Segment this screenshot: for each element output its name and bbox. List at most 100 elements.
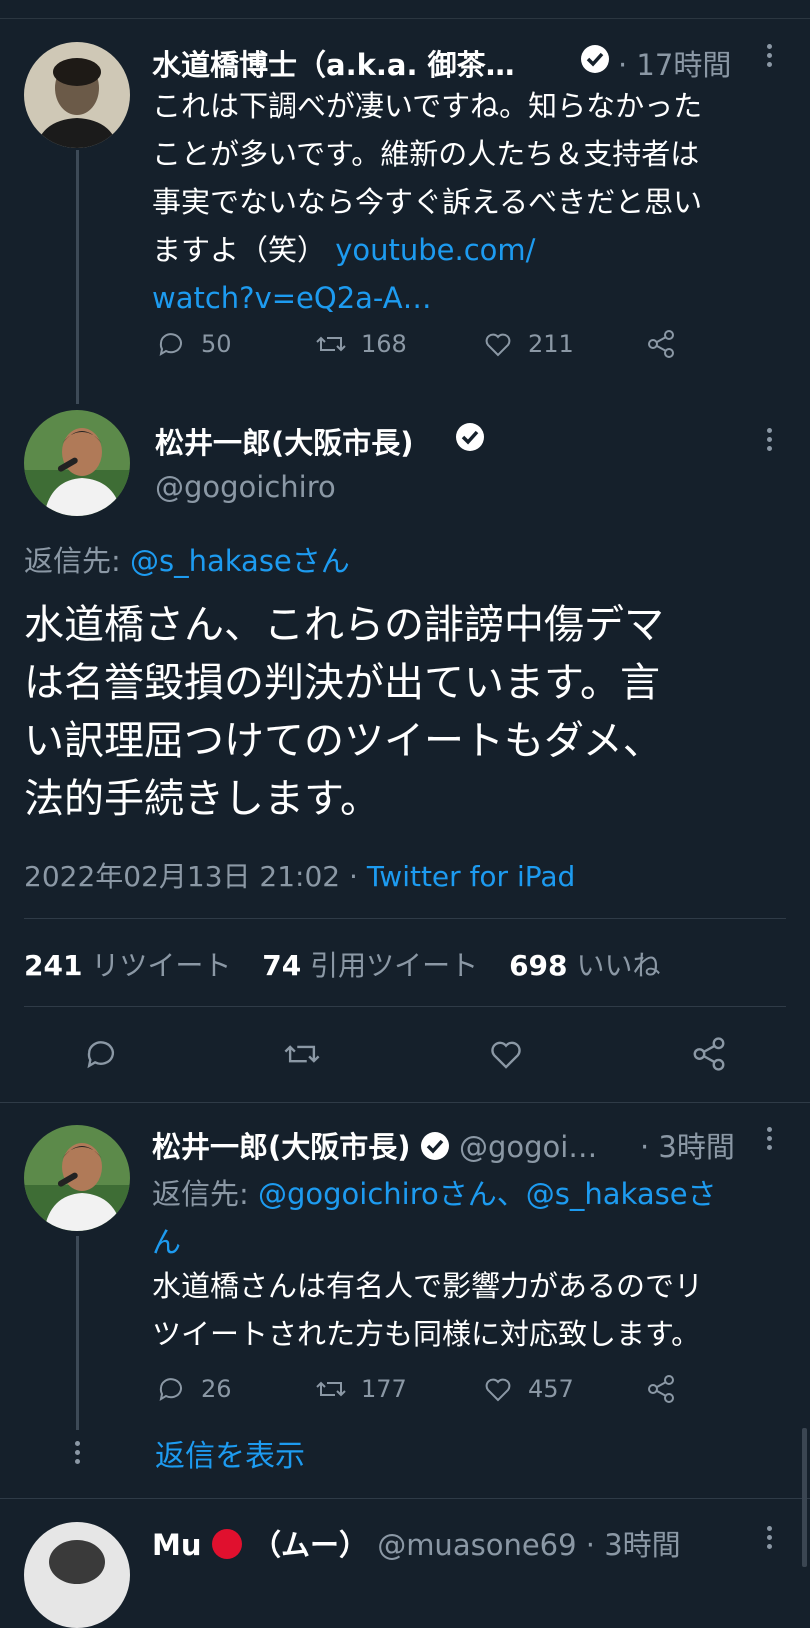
thread-line xyxy=(76,150,79,404)
reply-button[interactable] xyxy=(82,1035,120,1073)
quotes-stat[interactable]: 74 引用ツイート xyxy=(262,949,478,982)
tweet-time[interactable]: · 3時間 xyxy=(640,1124,735,1166)
reply-to-label: 返信先: xyxy=(24,544,121,578)
tweet-text-segment: ますよ（笑） xyxy=(152,233,327,267)
more-options-icon[interactable] xyxy=(767,1127,773,1154)
retweet-icon xyxy=(316,336,346,352)
likes-count: 698 xyxy=(509,949,568,982)
tweet-time[interactable]: · 17時間 xyxy=(618,42,731,84)
avatar-matsui[interactable] xyxy=(24,1125,130,1231)
avatar-matsui[interactable] xyxy=(24,410,130,516)
reply-icon xyxy=(87,1041,115,1069)
retweet-count: 168 xyxy=(361,330,407,358)
thread-line xyxy=(76,1236,79,1430)
tweet-time[interactable]: · 3時間 xyxy=(586,1528,681,1562)
reply-to-users-link-cont[interactable]: ん xyxy=(152,1218,717,1266)
avatar-hakase[interactable] xyxy=(24,42,130,148)
author-handle[interactable]: @gogoi… xyxy=(459,1130,597,1164)
tweet-text-line: ことが多いです。維新の人たち＆支持者は xyxy=(152,137,700,171)
show-replies-link[interactable]: 返信を表示 xyxy=(155,1431,305,1475)
tweet-source-link[interactable]: Twitter for iPad xyxy=(367,860,575,893)
retweet-count: 177 xyxy=(361,1375,407,1403)
heart-icon xyxy=(485,333,511,357)
reply-to-user-link[interactable]: @s_hakaseさん xyxy=(130,544,350,578)
divider xyxy=(0,1102,810,1103)
author-handle[interactable]: @muasone69 xyxy=(377,1528,576,1562)
reply-to-users-link[interactable]: @gogoichiroさん、@s_hakaseさ xyxy=(258,1177,717,1211)
tweet-text: これは下調べが凄いですね。知らなかった ことが多いです。維新の人たち＆支持者は … xyxy=(152,82,792,322)
scrollbar[interactable] xyxy=(802,1428,807,1567)
red-circle-icon xyxy=(211,1528,243,1567)
reply-header: 松井一郎(大阪市長) @gogoi… xyxy=(152,1124,597,1168)
verified-badge-icon xyxy=(420,1131,450,1168)
author-name-suffix[interactable]: （ムー） xyxy=(252,1528,368,1562)
engagement-stats: 241 リツイート 74 引用ツイート 698 いいね xyxy=(24,944,660,984)
retweets-stat[interactable]: 241 リツイート xyxy=(24,949,231,982)
tweet-datetime[interactable]: 2022年02月13日 21:02 · xyxy=(24,860,358,893)
tweet-text-line: 水道橋さん、これらの誹謗中傷デマ xyxy=(24,602,664,648)
like-count: 211 xyxy=(528,330,574,358)
like-button[interactable] xyxy=(487,1035,525,1073)
author-name[interactable]: Mu xyxy=(152,1528,202,1562)
share-button[interactable] xyxy=(645,328,677,360)
share-icon xyxy=(693,1037,725,1071)
reply2-header: Mu （ムー） @muasone69 · 3時間 xyxy=(152,1522,681,1567)
quotes-label: 引用ツイート xyxy=(310,949,479,982)
more-options-icon[interactable] xyxy=(767,44,773,71)
thread-continuation-dots xyxy=(75,1441,81,1468)
like-button[interactable]: 211 xyxy=(482,328,574,360)
verified-badge-icon xyxy=(455,422,485,456)
heart-icon xyxy=(485,1378,511,1402)
avatar-mu[interactable] xyxy=(24,1522,130,1628)
retweet-button[interactable]: 168 xyxy=(315,328,407,360)
tweet-link-cont[interactable]: watch?v=eQ2a-A… xyxy=(152,274,792,322)
reply-icon xyxy=(159,1378,182,1402)
verified-badge-icon xyxy=(580,44,610,78)
more-options-icon[interactable] xyxy=(767,1526,773,1553)
reply-count: 26 xyxy=(201,1375,232,1403)
likes-label: いいね xyxy=(576,949,661,982)
reply-to: 返信先: @s_hakaseさん xyxy=(24,538,350,580)
retweet-icon xyxy=(284,1045,320,1063)
reply-to-label: 返信先: xyxy=(152,1177,249,1211)
author-name[interactable]: 松井一郎(大阪市長) xyxy=(155,420,414,462)
reply-icon xyxy=(159,333,182,357)
top-divider xyxy=(0,18,810,19)
reply-button[interactable]: 26 xyxy=(155,1373,232,1405)
like-count: 457 xyxy=(528,1375,574,1403)
tweet-text-line: ツイートされた方も同様に対応致します。 xyxy=(152,1317,701,1351)
heart-icon xyxy=(491,1041,521,1069)
share-icon xyxy=(648,330,674,358)
reply-to: 返信先: @gogoichiroさん、@s_hakaseさ ん xyxy=(152,1170,717,1266)
main-tweet-text: 水道橋さん、これらの誹謗中傷デマ は名誉毀損の判決が出ています。言 い訳理屈つけ… xyxy=(24,596,664,828)
author-handle[interactable]: @gogoichiro xyxy=(155,470,336,504)
tweet-meta: 2022年02月13日 21:02 · Twitter for iPad xyxy=(24,855,575,895)
divider xyxy=(24,1006,786,1007)
tweet-text: 水道橋さんは有名人で影響力があるのでリ ツイートされた方も同様に対応致します。 xyxy=(152,1262,792,1358)
tweet-text-line: ますよ（笑） youtube.com/ xyxy=(152,226,792,274)
share-button[interactable] xyxy=(645,1373,677,1405)
tweet-text-line: 法的手続きします。 xyxy=(24,776,380,822)
likes-stat[interactable]: 698 いいね xyxy=(509,949,660,982)
reply-count: 50 xyxy=(201,330,232,358)
like-button[interactable]: 457 xyxy=(482,1373,574,1405)
tweet-text-line: 事実でないなら今すぐ訴えるべきだと思い xyxy=(152,185,703,219)
more-options-icon[interactable] xyxy=(767,428,773,455)
share-icon xyxy=(648,1375,674,1403)
retweet-button[interactable] xyxy=(283,1035,321,1073)
reply-button[interactable]: 50 xyxy=(155,328,232,360)
tweet-text-line: これは下調べが凄いですね。知らなかった xyxy=(152,89,703,123)
divider xyxy=(24,918,786,919)
quotes-count: 74 xyxy=(262,949,302,982)
share-button[interactable] xyxy=(690,1035,728,1073)
tweet-text-line: い訳理屈つけてのツイートもダメ、 xyxy=(24,718,663,764)
author-name[interactable]: 水道橋博士（a.k.a. 御茶… xyxy=(152,42,515,84)
retweets-label: リツイート xyxy=(91,949,232,982)
retweets-count: 241 xyxy=(24,949,83,982)
retweet-button[interactable]: 177 xyxy=(315,1373,407,1405)
tweet-link[interactable]: youtube.com/ xyxy=(335,233,535,267)
author-name[interactable]: 松井一郎(大阪市長) xyxy=(152,1130,411,1164)
retweet-icon xyxy=(316,1381,346,1397)
tweet-text-line: 水道橋さんは有名人で影響力があるのでリ xyxy=(152,1269,704,1303)
tweet-text-line: は名誉毀損の判決が出ています。言 xyxy=(24,660,660,706)
